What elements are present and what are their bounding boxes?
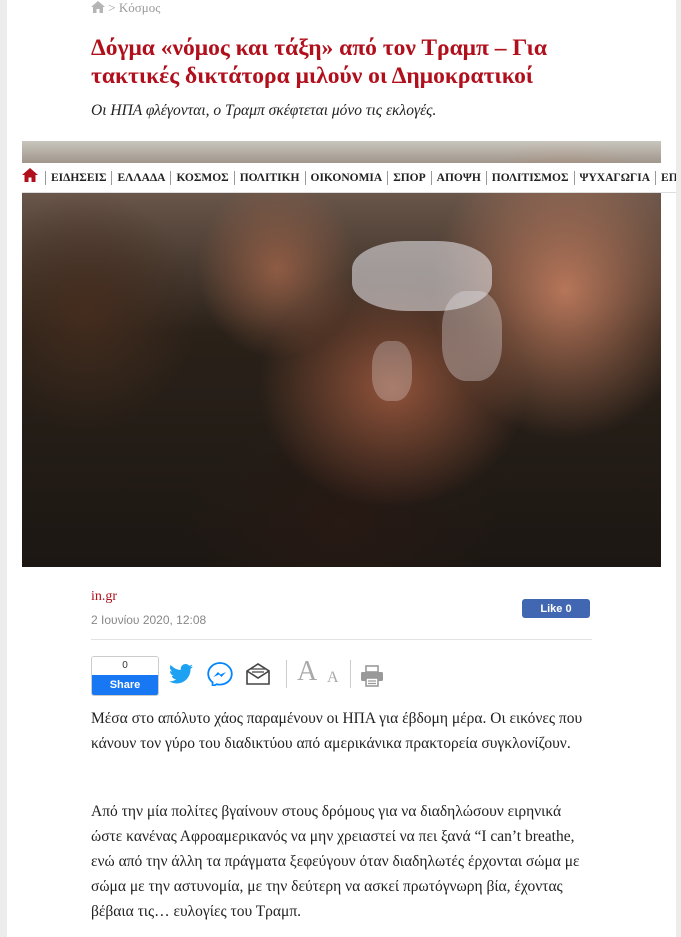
article-paragraph: Από την μία πολίτες βγαίνουν στους δρόμο… <box>91 803 580 920</box>
hero-image <box>22 141 661 567</box>
like-label: Like 0 <box>540 602 572 615</box>
nav-item-world[interactable]: ΚΟΣΜΟΣ <box>170 170 233 185</box>
home-icon[interactable] <box>22 168 38 182</box>
nav-item-economy[interactable]: ΟΙΚΟΝΟΜΙΑ <box>304 170 388 185</box>
messenger-icon[interactable] <box>207 662 233 686</box>
toolbar-separator <box>350 660 351 688</box>
twitter-icon[interactable] <box>169 664 193 684</box>
share-label: Share <box>109 679 141 691</box>
article-source-link[interactable]: in.gr <box>91 589 117 605</box>
font-increase-button[interactable]: A <box>297 656 317 688</box>
facebook-share-widget[interactable]: 0 Share <box>91 656 159 696</box>
main-nav: ΕΙΔΗΣΕΙΣ ΕΛΛΑΔΑ ΚΟΣΜΟΣ ΠΟΛΙΤΙΚΗ ΟΙΚΟΝΟΜΙ… <box>22 163 676 193</box>
article-date: 2 Ιουνίου 2020, 12:08 <box>91 613 207 627</box>
share-count: 0 <box>92 657 158 675</box>
nav-item-greece[interactable]: ΕΛΛΑΔΑ <box>111 170 170 185</box>
article-page: > Κόσμος Δόγμα «νόμος και τάξη» από τον … <box>7 0 676 937</box>
font-decrease-button[interactable]: A <box>327 669 339 687</box>
toolbar-separator <box>286 660 287 688</box>
nav-item-culture[interactable]: ΠΟΛΙΤΙΣΜΟΣ <box>485 170 574 185</box>
breadcrumb-separator: > <box>108 0 116 15</box>
breadcrumb: > Κόσμος <box>91 0 160 16</box>
facebook-share-button[interactable]: Share <box>92 675 158 695</box>
nav-item-more[interactable]: ΕΠ <box>655 170 676 185</box>
meta-divider <box>91 639 592 640</box>
nav-item-politics[interactable]: ΠΟΛΙΤΙΚΗ <box>233 170 305 185</box>
nav-items: ΕΙΔΗΣΕΙΣ ΕΛΛΑΔΑ ΚΟΣΜΟΣ ΠΟΛΙΤΙΚΗ ΟΙΚΟΝΟΜΙ… <box>45 163 676 192</box>
print-icon[interactable] <box>360 665 384 687</box>
nav-item-sports[interactable]: ΣΠΟΡ <box>387 170 430 185</box>
breadcrumb-section-link[interactable]: Κόσμος <box>119 0 161 15</box>
facebook-like-button[interactable]: Like 0 <box>522 599 590 618</box>
article-paragraph: Μέσα στο απόλυτο χάος παραμένουν οι ΗΠΑ … <box>91 710 583 752</box>
article-subtitle: Οι ΗΠΑ φλέγονται, ο Τραμπ σκέφτεται μόνο… <box>91 102 437 119</box>
nav-item-opinion[interactable]: ΑΠΟΨΗ <box>430 170 486 185</box>
nav-item-entertainment[interactable]: ΨΥΧΑΓΩΓΙΑ <box>573 170 656 185</box>
home-icon[interactable] <box>91 1 105 13</box>
email-icon[interactable] <box>245 662 271 686</box>
nav-item-news[interactable]: ΕΙΔΗΣΕΙΣ <box>45 170 111 185</box>
article-title: Δόγμα «νόμος και τάξη» από τον Τραμπ – Γ… <box>91 35 547 89</box>
